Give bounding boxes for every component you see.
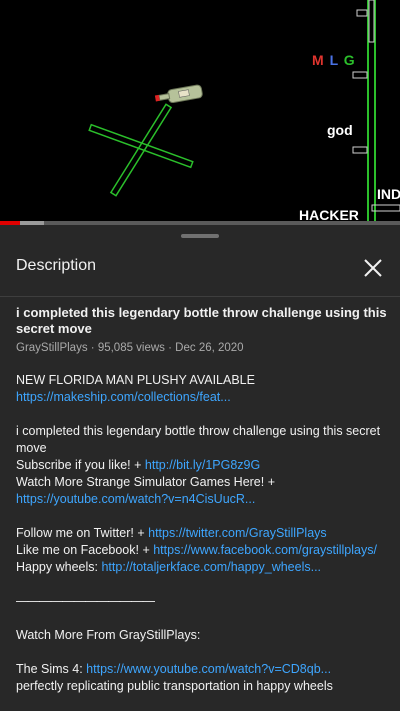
twitter-link[interactable]: https://twitter.com/GrayStillPlays <box>148 526 327 540</box>
facebook-link[interactable]: https://www.facebook.com/graystillplays/ <box>153 543 377 557</box>
sheet-title: Description <box>16 257 97 274</box>
game-scene <box>88 0 400 225</box>
close-button[interactable] <box>360 255 386 281</box>
desc-paragraph: i completed this legendary bottle throw … <box>16 424 381 506</box>
description-content: i completed this legendary bottle throw … <box>16 305 388 695</box>
sheet-header: Description <box>0 245 400 297</box>
description-sheet: Description i completed this legendary b… <box>0 225 400 711</box>
desc-paragraph: NEW FLORIDA MAN PLUSHY AVAILABLE https:/… <box>16 373 255 404</box>
view-count: 95,085 views <box>97 342 165 354</box>
happy-wheels-link[interactable]: http://totaljerkface.com/happy_wheels... <box>101 560 321 574</box>
upload-date: Dec 26, 2020 <box>175 342 244 354</box>
desc-paragraph: Follow me on Twitter! + https://twitter.… <box>16 526 377 574</box>
sims-link[interactable]: https://www.youtube.com/watch?v=CD8qb... <box>86 662 331 676</box>
desc-paragraph: The Sims 4: https://www.youtube.com/watc… <box>16 662 333 693</box>
cutoff-line: perfectly replicating public transportat… <box>16 679 333 693</box>
description-text: NEW FLORIDA MAN PLUSHY AVAILABLE https:/… <box>16 372 388 695</box>
video-title: i completed this legendary bottle throw … <box>16 305 387 336</box>
watch-more-link[interactable]: https://youtube.com/watch?v=n4CisUucR... <box>16 492 255 506</box>
mlg-label: M L G <box>312 52 356 68</box>
video-meta: GrayStillPlays · 95,085 views · Dec 26, … <box>16 342 244 354</box>
text-divider: ———————————— <box>16 594 155 608</box>
subscribe-link[interactable]: http://bit.ly/1PG8z9G <box>145 458 260 472</box>
drag-handle[interactable] <box>181 234 219 238</box>
close-icon <box>364 259 382 277</box>
video-player[interactable]: M L G god IND HACKER <box>0 0 400 225</box>
watch-more-heading: Watch More From GrayStillPlays: <box>16 628 201 642</box>
channel-name[interactable]: GrayStillPlays <box>16 342 88 354</box>
ind-label: IND <box>377 186 400 202</box>
makeship-link[interactable]: https://makeship.com/collections/feat... <box>16 390 231 404</box>
god-label: god <box>327 122 353 138</box>
